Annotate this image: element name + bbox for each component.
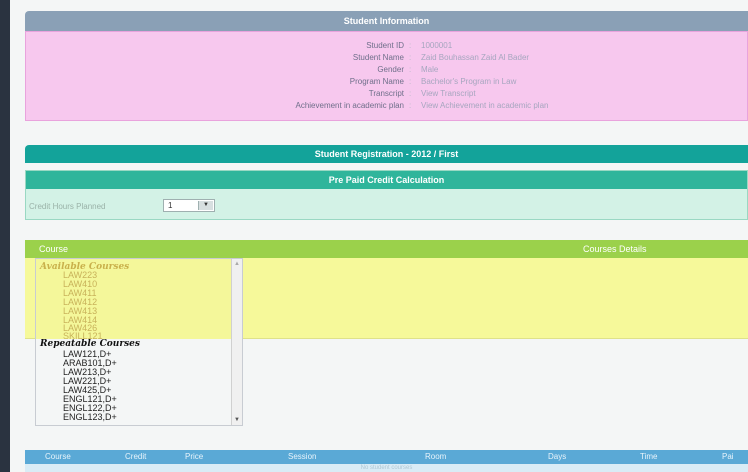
student-name-label: Student Name (352, 53, 404, 62)
student-id-label: Student ID (366, 41, 404, 50)
scroll-up-icon[interactable]: ▲ (234, 261, 240, 267)
registration-header: Student Registration - 2012 / First (25, 145, 748, 163)
separator: : (409, 77, 412, 86)
schedule-col-credit: Credit (125, 452, 147, 461)
credit-hours-value: 1 (168, 201, 173, 210)
info-row-program: Program Name : Bachelor's Program in Law (26, 76, 748, 88)
scroll-down-icon[interactable]: ▼ (234, 417, 240, 423)
achievement-label: Achievement in academic plan (295, 101, 404, 110)
separator: : (409, 89, 412, 98)
schedule-col-price: Price (185, 452, 204, 461)
student-name-value: Zaid Bouhassan Zaid Al Bader (421, 53, 530, 62)
course-table-header: Course Courses Details (25, 240, 748, 258)
credit-hours-label: Credit Hours Planned (29, 202, 106, 211)
schedule-col-room: Room (425, 452, 447, 461)
course-details-column-header: Courses Details (583, 244, 647, 254)
student-info-panel: Student ID : 1000001 Student Name : Zaid… (25, 31, 748, 121)
prepaid-panel: Pre Paid Credit Calculation Credit Hours… (25, 170, 748, 220)
prepaid-header: Pre Paid Credit Calculation (26, 171, 747, 189)
student-id-value: 1000001 (421, 41, 453, 50)
info-row-student-name: Student Name : Zaid Bouhassan Zaid Al Ba… (26, 52, 748, 64)
chevron-down-icon[interactable]: ▼ (198, 201, 213, 210)
schedule-col-time: Time (640, 452, 658, 461)
info-row-transcript: Transcript : View Transcript (26, 88, 748, 100)
schedule-col-session: Session (288, 452, 317, 461)
repeatable-courses-title: Repeatable Courses (40, 339, 140, 349)
separator: : (409, 65, 412, 74)
separator: : (409, 53, 412, 62)
transcript-label: Transcript (368, 89, 404, 98)
info-row-gender: Gender : Male (26, 64, 748, 76)
page: Student Information Student ID : 1000001… (10, 0, 748, 472)
separator: : (409, 41, 412, 50)
gender-label: Gender (377, 65, 404, 74)
program-label: Program Name (349, 77, 404, 86)
course-listbox[interactable]: Available Courses LAW223 LAW410 LAW411 L… (35, 258, 243, 426)
schedule-empty-row: No student courses (25, 464, 748, 472)
course-column-header: Course (39, 244, 69, 254)
separator: : (409, 101, 412, 110)
student-info-header: Student Information (25, 11, 748, 31)
achievement-link[interactable]: View Achievement in academic plan (421, 100, 548, 112)
schedule-table-header: Course Credit Price Session Room Days Ti… (25, 450, 748, 464)
info-row-achievement: Achievement in academic plan : View Achi… (26, 100, 748, 112)
info-row-student-id: Student ID : 1000001 (26, 40, 748, 52)
repeat-course-option[interactable]: ENGL123,D+ (63, 413, 117, 422)
transcript-link[interactable]: View Transcript (421, 88, 476, 100)
schedule-col-days: Days (548, 452, 567, 461)
gender-value: Male (421, 65, 439, 74)
credit-hours-select[interactable]: 1 ▼ (163, 199, 215, 212)
listbox-scrollbar[interactable]: ▲ ▼ (231, 259, 242, 425)
program-value: Bachelor's Program in Law (421, 77, 517, 86)
schedule-col-paid: Pai (722, 452, 734, 461)
schedule-col-course: Course (45, 452, 71, 461)
